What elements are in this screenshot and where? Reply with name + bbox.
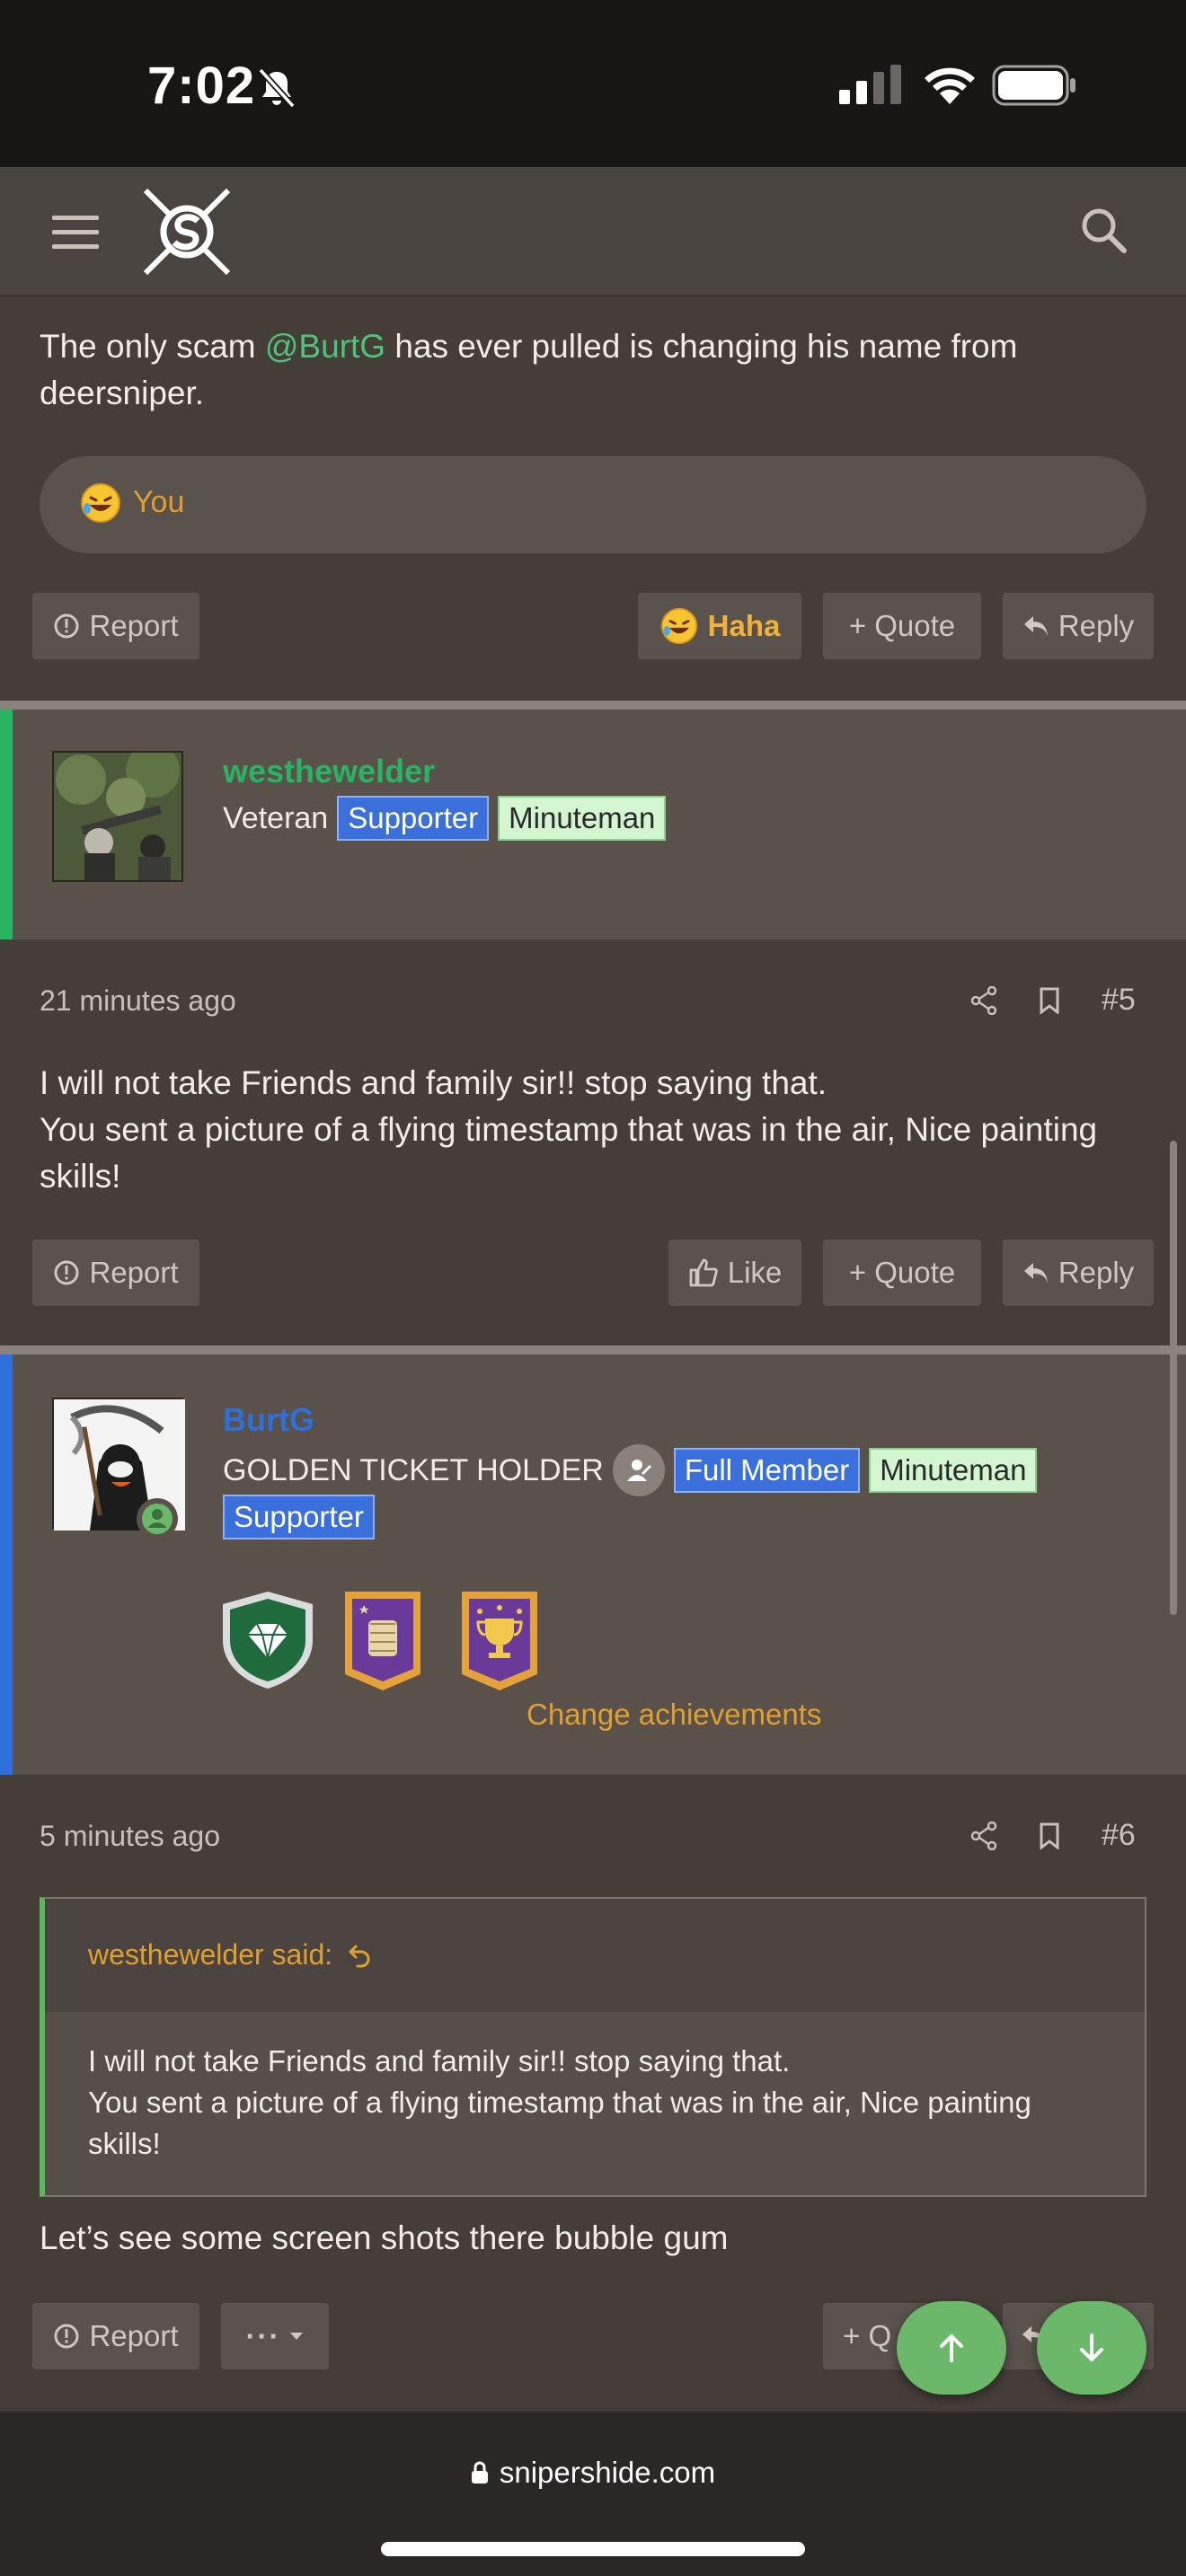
arrow-down-icon xyxy=(1080,2333,1103,2361)
page-scrollbar[interactable] xyxy=(1170,1141,1177,1615)
thumbs-up-icon xyxy=(689,1258,718,1287)
search-icon[interactable] xyxy=(1080,207,1127,253)
more-options-button[interactable]: ··· xyxy=(221,2303,329,2369)
go-to-quote-icon xyxy=(349,1945,370,1967)
alert-circle-icon xyxy=(54,2324,79,2349)
quote-content: I will not take Friends and family sir!!… xyxy=(45,2012,1145,2195)
scroll-to-bottom-button[interactable] xyxy=(1037,2301,1146,2395)
reply-arrow-icon xyxy=(1023,616,1048,636)
user-badges-row-2: Supporter xyxy=(223,1495,375,1539)
home-indicator[interactable] xyxy=(381,2542,805,2556)
minuteman-badge: Minuteman xyxy=(869,1448,1038,1493)
avatar[interactable] xyxy=(52,1398,185,1539)
chevron-down-icon xyxy=(290,2333,304,2340)
diamond-shield-icon xyxy=(223,1592,313,1689)
post-divider xyxy=(0,1345,1186,1354)
reaction-users-label: You xyxy=(133,485,185,519)
reply-button[interactable]: Reply xyxy=(1003,593,1154,659)
browser-address-bar: snipershide.com xyxy=(0,2411,1186,2576)
bookmark-icon[interactable] xyxy=(1039,1822,1060,1849)
post-meta-actions: #5 xyxy=(970,983,1136,1018)
cellular-signal-icon xyxy=(839,65,901,104)
reactions-summary[interactable]: You xyxy=(40,456,1146,553)
hamburger-menu-icon[interactable] xyxy=(52,214,99,250)
report-button[interactable]: Report xyxy=(32,2303,199,2369)
url-field[interactable]: snipershide.com xyxy=(0,2456,1186,2490)
post-timestamp[interactable]: 21 minutes ago xyxy=(40,984,236,1018)
silent-bell-icon xyxy=(258,67,296,109)
status-time: 7:02 xyxy=(147,57,256,115)
wifi-icon xyxy=(925,67,975,104)
top-nav-bar xyxy=(0,167,1186,296)
post-number-link[interactable]: #6 xyxy=(1102,1818,1136,1853)
laughing-emoji-icon xyxy=(81,483,120,523)
avatar-image xyxy=(54,753,181,880)
vest-badge-icon xyxy=(345,1592,420,1690)
quote-block: westhewelder said: I will not take Frien… xyxy=(40,1897,1146,2197)
laughing-emoji-icon xyxy=(660,607,697,645)
change-achievements-link[interactable]: Change achievements xyxy=(527,1698,821,1732)
user-title: Veteran xyxy=(223,800,329,835)
report-button[interactable]: Report xyxy=(32,1239,199,1306)
lock-icon xyxy=(471,2461,488,2483)
post-4-body: The only scam @BurtG has ever pulled is … xyxy=(40,328,1018,411)
reply-arrow-icon xyxy=(1023,1263,1048,1283)
share-icon[interactable] xyxy=(970,985,997,1015)
quote-button[interactable]: + Quote xyxy=(823,1239,981,1306)
staff-user-icon xyxy=(612,1444,665,1496)
alert-circle-icon xyxy=(54,1260,79,1285)
post-5-body: I will not take Friends and family sir!!… xyxy=(40,1064,1098,1195)
supporter-badge: Supporter xyxy=(223,1495,375,1539)
quote-author-link[interactable]: westhewelder said: xyxy=(88,1938,372,1972)
avatar[interactable] xyxy=(52,751,183,882)
bookmark-icon[interactable] xyxy=(1039,987,1060,1014)
post-number-link[interactable]: #5 xyxy=(1102,983,1136,1018)
alert-circle-icon xyxy=(54,613,79,639)
post-5-author-block: westhewelder Veteran Supporter Minuteman xyxy=(0,710,1186,940)
status-bar: 7:02 xyxy=(0,0,1186,167)
author-accent-stripe xyxy=(0,1354,13,1775)
post-divider xyxy=(0,701,1186,710)
post-6-body: Let’s see some screen shots there bubble… xyxy=(40,2219,729,2256)
trophy-badge-icon xyxy=(462,1592,537,1690)
post-meta-actions: #6 xyxy=(970,1818,1136,1853)
share-icon[interactable] xyxy=(970,1821,997,1850)
reply-button[interactable]: Reply xyxy=(1003,1239,1154,1306)
supporter-badge: Supporter xyxy=(337,796,490,841)
quote-header: westhewelder said: xyxy=(45,1899,1145,2012)
post-6-author-block: BurtG GOLDEN TICKET HOLDER Full Member M… xyxy=(0,1354,1186,1775)
username-link[interactable]: westhewelder xyxy=(223,753,435,790)
user-title: GOLDEN TICKET HOLDER xyxy=(223,1452,604,1487)
user-title-badges: GOLDEN TICKET HOLDER Full Member Minutem… xyxy=(223,1444,1038,1496)
quote-button[interactable]: + Quote xyxy=(823,593,981,659)
online-status-icon xyxy=(137,1498,178,1539)
haha-reaction-button[interactable]: Haha xyxy=(638,593,801,659)
battery-icon xyxy=(992,65,1075,106)
scroll-to-top-button[interactable] xyxy=(897,2301,1006,2395)
minuteman-badge: Minuteman xyxy=(498,796,667,841)
full-member-badge: Full Member xyxy=(673,1448,861,1493)
user-title-badges: Veteran Supporter Minuteman xyxy=(223,796,667,841)
arrow-up-icon xyxy=(940,2334,963,2362)
site-logo-icon[interactable] xyxy=(140,185,234,278)
username-link[interactable]: BurtG xyxy=(223,1401,314,1439)
report-button[interactable]: Report xyxy=(32,593,199,659)
post-timestamp[interactable]: 5 minutes ago xyxy=(40,1820,220,1853)
user-mention-link[interactable]: @BurtG xyxy=(265,328,385,365)
like-button[interactable]: Like xyxy=(668,1239,801,1306)
author-accent-stripe xyxy=(0,710,13,940)
